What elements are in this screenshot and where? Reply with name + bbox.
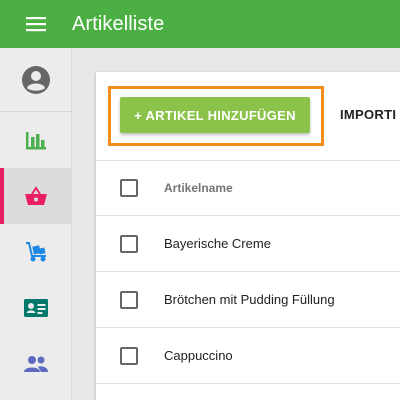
row-checkbox[interactable] (120, 290, 138, 309)
column-header-name[interactable]: Artikelname (164, 181, 233, 195)
page-title: Artikelliste (72, 12, 165, 35)
hand-truck-icon (26, 242, 46, 262)
list-toolbar: + Artikel hinzufügen Importi (96, 72, 400, 160)
people-icon (24, 356, 48, 372)
article-name: Cappuccino (164, 348, 233, 363)
sidebar-item-articles[interactable] (0, 168, 72, 224)
article-list-card: + Artikel hinzufügen Importi Artikelname… (96, 72, 400, 400)
table-row[interactable]: Bayerische Creme (96, 216, 400, 272)
table-header: Artikelname (96, 160, 400, 216)
shopping-basket-icon (25, 186, 47, 205)
article-name: Bayerische Creme (164, 236, 271, 251)
table-row[interactable]: Cappuccino (96, 328, 400, 384)
sidebar-item-contacts[interactable] (0, 280, 72, 336)
article-name: Brötchen mit Pudding Füllung (164, 292, 335, 307)
sidebar-item-users[interactable] (0, 336, 72, 392)
menu-button[interactable] (0, 0, 72, 48)
row-checkbox[interactable] (120, 234, 138, 253)
table-row[interactable]: Brötchen mit Pudding Füllung (96, 272, 400, 328)
app-bar: Artikelliste (0, 0, 400, 48)
add-article-button[interactable]: + Artikel hinzufügen (120, 97, 310, 133)
select-all-checkbox[interactable] (120, 179, 138, 197)
account-circle-icon (22, 65, 50, 94)
row-checkbox[interactable] (120, 346, 138, 365)
sidebar-item-delivery[interactable] (0, 224, 72, 280)
contact-card-icon (24, 299, 48, 317)
bar-chart-icon (26, 132, 46, 150)
sidebar (0, 48, 72, 400)
menu-icon (26, 17, 46, 32)
import-button[interactable]: Importi (340, 97, 396, 133)
sidebar-item-statistics[interactable] (0, 112, 72, 168)
sidebar-item-profile[interactable] (0, 48, 72, 112)
